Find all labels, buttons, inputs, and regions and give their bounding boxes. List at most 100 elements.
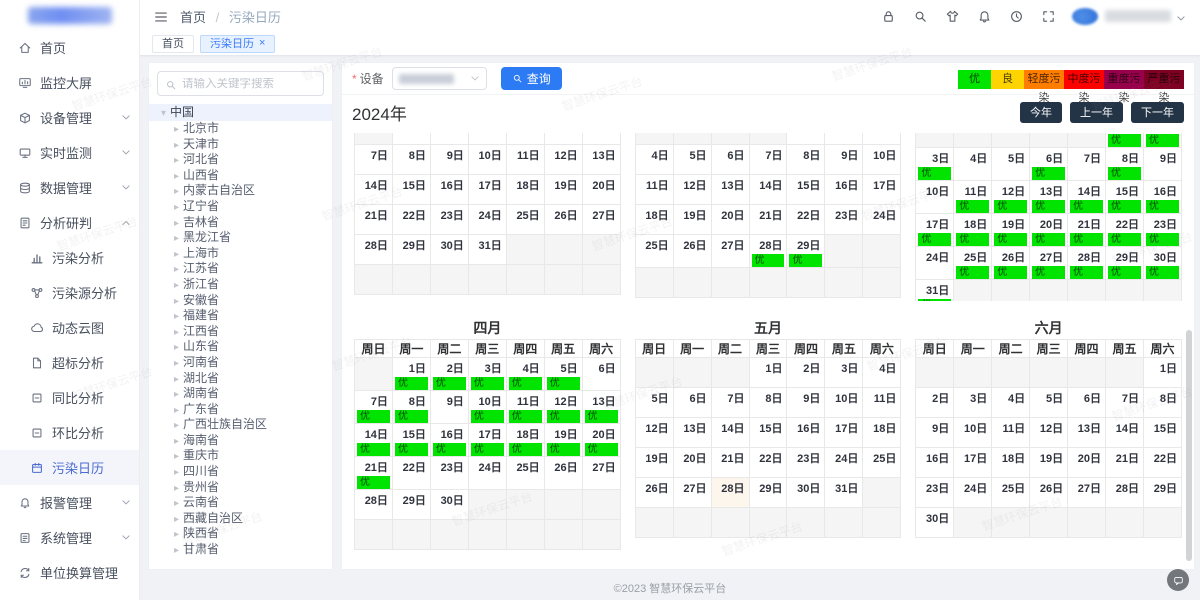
caret-right-icon[interactable]: ▸ [174, 171, 179, 182]
day-cell-五月-22[interactable]: 22日 [749, 448, 787, 478]
day-cell-一月-14[interactable]: 14日 [355, 175, 393, 205]
caret-right-icon[interactable]: ▸ [174, 451, 179, 462]
caret-right-icon[interactable]: ▸ [174, 342, 179, 353]
day-cell-五月-1[interactable]: 1日 [749, 358, 787, 388]
day-cell-六月-16[interactable]: 16日 [916, 448, 954, 478]
day-cell-五月-16[interactable]: 16日 [787, 418, 825, 448]
day-cell-五月-8[interactable]: 8日 [749, 388, 787, 418]
day-cell-一月-2[interactable]: 2日 [430, 133, 468, 145]
sidebar-item-首页[interactable]: 首页 [0, 30, 139, 65]
day-cell-三月-5[interactable]: 5日 [992, 148, 1030, 181]
day-cell-五月-18[interactable]: 18日 [863, 418, 901, 448]
day-cell-一月-27[interactable]: 27日 [582, 205, 620, 235]
day-cell-六月-24[interactable]: 24日 [954, 478, 992, 508]
day-cell-二月-18[interactable]: 18日 [635, 205, 673, 235]
day-cell-六月-3[interactable]: 3日 [954, 388, 992, 418]
day-cell-六月-11[interactable]: 11日 [992, 418, 1030, 448]
tree-node-内蒙古自治区[interactable]: ▸内蒙古自治区 [149, 183, 332, 199]
day-cell-一月-25[interactable]: 25日 [506, 205, 544, 235]
day-cell-三月-22[interactable]: 22日优 [1106, 214, 1144, 247]
day-cell-六月-8[interactable]: 8日 [1143, 388, 1181, 418]
day-cell-六月-29[interactable]: 29日 [1143, 478, 1181, 508]
day-cell-四月-9[interactable]: 9日 [430, 391, 468, 424]
day-cell-四月-18[interactable]: 18日优 [506, 424, 544, 457]
day-cell-一月-26[interactable]: 26日 [544, 205, 582, 235]
day-cell-二月-3[interactable]: 3日 [863, 133, 901, 145]
tree-node-广西壮族自治区[interactable]: ▸广西壮族自治区 [149, 417, 332, 433]
sidebar-item-监控大屏[interactable]: 监控大屏 [0, 65, 139, 100]
tree-node-吉林省[interactable]: ▸吉林省 [149, 215, 332, 231]
day-cell-一月-6[interactable]: 6日 [582, 133, 620, 145]
caret-right-icon[interactable]: ▸ [174, 483, 179, 494]
day-cell-三月-20[interactable]: 20日优 [1030, 214, 1068, 247]
fullscreen-icon[interactable] [1041, 9, 1056, 24]
day-cell-四月-8[interactable]: 8日优 [392, 391, 430, 424]
day-cell-一月-23[interactable]: 23日 [430, 205, 468, 235]
day-cell-二月-8[interactable]: 8日 [787, 145, 825, 175]
day-cell-一月-5[interactable]: 5日 [544, 133, 582, 145]
day-cell-一月-24[interactable]: 24日 [468, 205, 506, 235]
day-cell-六月-1[interactable]: 1日 [1143, 358, 1181, 388]
history-icon[interactable] [1009, 9, 1024, 24]
caret-right-icon[interactable]: ▸ [174, 311, 179, 322]
day-cell-五月-20[interactable]: 20日 [673, 448, 711, 478]
day-cell-二月-22[interactable]: 22日 [787, 205, 825, 235]
sidebar-item-系统管理[interactable]: 系统管理 [0, 520, 139, 555]
caret-right-icon[interactable]: ▸ [174, 155, 179, 166]
day-cell-三月-7[interactable]: 7日 [1068, 148, 1106, 181]
caret-right-icon[interactable]: ▸ [174, 249, 179, 260]
tree-node-上海市[interactable]: ▸上海市 [149, 246, 332, 262]
day-cell-五月-17[interactable]: 17日 [825, 418, 863, 448]
day-cell-三月-15[interactable]: 15日优 [1106, 181, 1144, 214]
day-cell-三月-14[interactable]: 14日优 [1068, 181, 1106, 214]
day-cell-二月-23[interactable]: 23日 [825, 205, 863, 235]
day-cell-一月-16[interactable]: 16日 [430, 175, 468, 205]
day-cell-五月-7[interactable]: 7日 [711, 388, 749, 418]
day-cell-六月-4[interactable]: 4日 [992, 388, 1030, 418]
caret-right-icon[interactable]: ▸ [174, 296, 179, 307]
day-cell-三月-21[interactable]: 21日优 [1068, 214, 1106, 247]
day-cell-三月-1[interactable]: 1日优 [1106, 133, 1144, 148]
day-cell-二月-28[interactable]: 28日优 [749, 235, 787, 268]
day-cell-一月-12[interactable]: 12日 [544, 145, 582, 175]
day-cell-一月-22[interactable]: 22日 [392, 205, 430, 235]
day-cell-三月-24[interactable]: 24日 [916, 247, 954, 280]
day-cell-二月-15[interactable]: 15日 [787, 175, 825, 205]
day-cell-六月-20[interactable]: 20日 [1068, 448, 1106, 478]
day-cell-三月-28[interactable]: 28日优 [1068, 247, 1106, 280]
caret-right-icon[interactable]: ▸ [174, 233, 179, 244]
day-cell-一月-15[interactable]: 15日 [392, 175, 430, 205]
tree-node-辽宁省[interactable]: ▸辽宁省 [149, 199, 332, 215]
day-cell-一月-18[interactable]: 18日 [506, 175, 544, 205]
day-cell-三月-12[interactable]: 12日优 [992, 181, 1030, 214]
day-cell-五月-2[interactable]: 2日 [787, 358, 825, 388]
day-cell-六月-2[interactable]: 2日 [916, 388, 954, 418]
caret-right-icon[interactable]: ▸ [174, 545, 179, 556]
day-cell-六月-18[interactable]: 18日 [992, 448, 1030, 478]
day-cell-一月-20[interactable]: 20日 [582, 175, 620, 205]
day-cell-三月-2[interactable]: 2日优 [1143, 133, 1181, 148]
query-button[interactable]: 查询 [501, 67, 562, 90]
day-cell-五月-23[interactable]: 23日 [787, 448, 825, 478]
tree-node-广东省[interactable]: ▸广东省 [149, 402, 332, 418]
day-cell-四月-7[interactable]: 7日优 [355, 391, 393, 424]
chat-button[interactable] [1167, 569, 1189, 591]
day-cell-六月-13[interactable]: 13日 [1068, 418, 1106, 448]
day-cell-三月-25[interactable]: 25日优 [954, 247, 992, 280]
tree-node-陕西省[interactable]: ▸陕西省 [149, 526, 332, 542]
day-cell-四月-19[interactable]: 19日优 [544, 424, 582, 457]
day-cell-四月-2[interactable]: 2日优 [430, 358, 468, 391]
day-cell-五月-5[interactable]: 5日 [635, 388, 673, 418]
caret-right-icon[interactable]: ▸ [174, 186, 179, 197]
day-cell-六月-28[interactable]: 28日 [1106, 478, 1144, 508]
tree-node-海南省[interactable]: ▸海南省 [149, 433, 332, 449]
day-cell-四月-13[interactable]: 13日优 [582, 391, 620, 424]
day-cell-四月-1[interactable]: 1日优 [392, 358, 430, 391]
day-cell-一月-29[interactable]: 29日 [392, 235, 430, 265]
day-cell-二月-6[interactable]: 6日 [711, 145, 749, 175]
day-cell-三月-18[interactable]: 18日优 [954, 214, 992, 247]
day-cell-二月-25[interactable]: 25日 [635, 235, 673, 268]
day-cell-五月-9[interactable]: 9日 [787, 388, 825, 418]
caret-right-icon[interactable]: ▸ [174, 124, 179, 135]
caret-right-icon[interactable]: ▸ [174, 498, 179, 509]
